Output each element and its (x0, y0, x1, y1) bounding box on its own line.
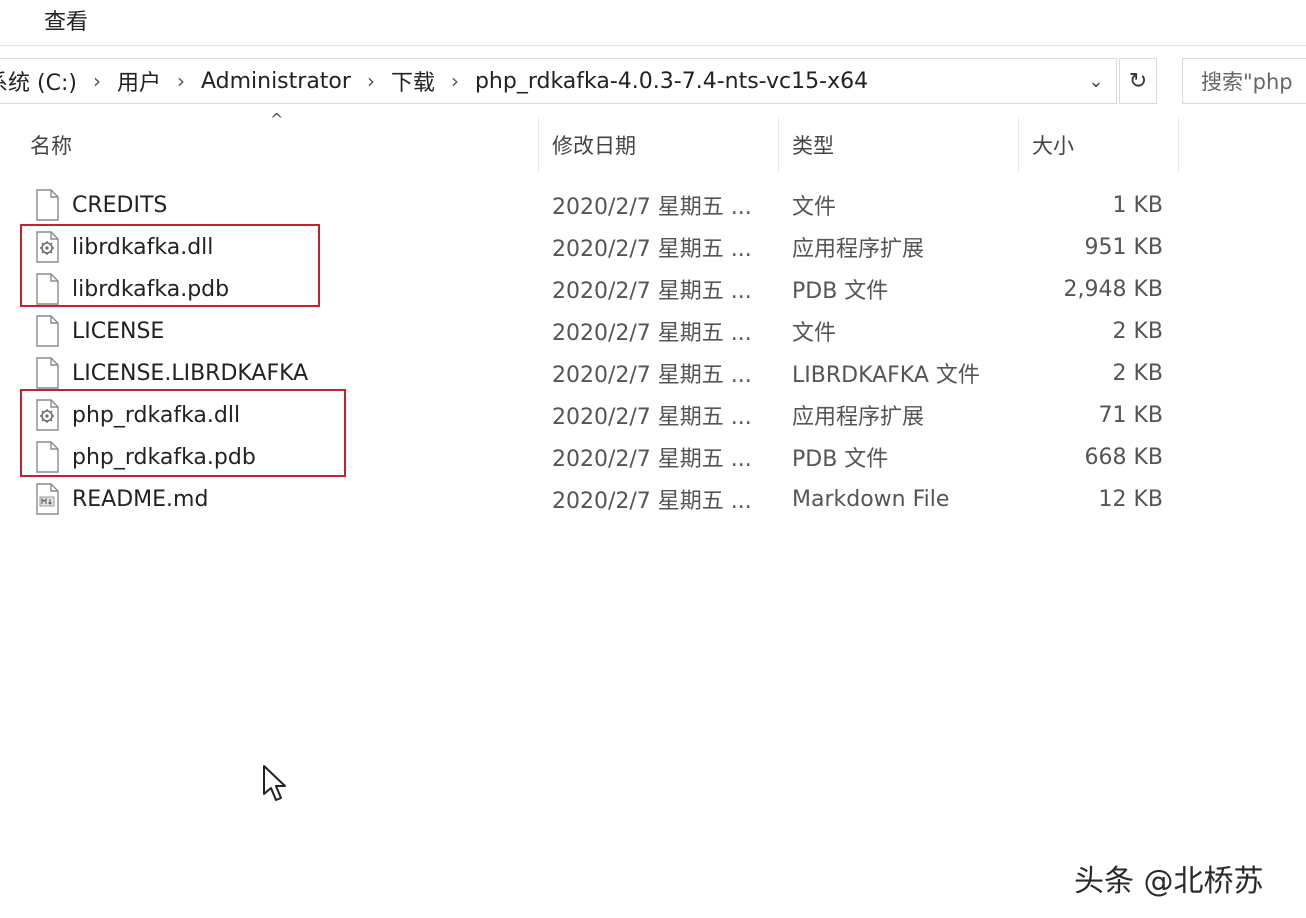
file-modified-date: 2020/2/7 星期五 ... (552, 279, 752, 304)
file-modified-date: 2020/2/7 星期五 ... (552, 321, 752, 346)
breadcrumb-separator-icon[interactable]: › (351, 69, 391, 93)
file-name: LICENSE (72, 318, 165, 344)
file-size: 2 KB (1112, 360, 1163, 386)
sort-ascending-icon: ^ (270, 110, 284, 129)
breadcrumb-separator-icon[interactable]: › (435, 69, 475, 93)
breadcrumb-separator-icon[interactable]: › (161, 69, 201, 93)
file-size: 2 KB (1112, 318, 1163, 344)
column-header-size[interactable]: 大小 (1032, 118, 1074, 172)
file-type: Markdown File (792, 486, 950, 512)
file-modified-date: 2020/2/7 星期五 ... (552, 237, 752, 262)
breadcrumb-administrator[interactable]: Administrator (201, 69, 351, 94)
search-input[interactable]: 搜索"php (1182, 58, 1306, 104)
file-row-4[interactable]: LICENSE.LIBRDKAFKA 2020/2/7 星期五 ... LIBR… (0, 352, 1306, 394)
file-name: CREDITS (72, 192, 168, 218)
file-type: LIBRDKAFKA 文件 (792, 363, 980, 388)
file-size: 12 KB (1098, 486, 1163, 512)
file-name: LICENSE.LIBRDKAFKA (72, 360, 309, 386)
breadcrumb-downloads[interactable]: 下载 (391, 65, 435, 97)
file-icon (36, 189, 59, 221)
markdown-file-icon (36, 483, 59, 515)
mouse-pointer-icon (263, 765, 286, 801)
column-divider[interactable] (1018, 118, 1019, 172)
column-divider[interactable] (538, 118, 539, 172)
column-header-date[interactable]: 修改日期 (552, 118, 636, 172)
file-type: PDB 文件 (792, 447, 889, 472)
file-size: 951 KB (1084, 234, 1163, 260)
file-row-0[interactable]: CREDITS 2020/2/7 星期五 ... 文件 1 KB (0, 184, 1306, 226)
highlight-box-librdkafka (20, 224, 320, 307)
file-type: 应用程序扩展 (792, 405, 925, 430)
file-explorer-window: 查看 系统 (C:) › 用户 › Administrator › 下载 › p… (0, 0, 1306, 918)
file-row-3[interactable]: LICENSE 2020/2/7 星期五 ... 文件 2 KB (0, 310, 1306, 352)
address-history-dropdown-icon[interactable]: ⌄ (1076, 59, 1116, 103)
file-modified-date: 2020/2/7 星期五 ... (552, 195, 752, 220)
file-size: 71 KB (1098, 402, 1163, 428)
file-type: PDB 文件 (792, 279, 889, 304)
address-bar[interactable]: 系统 (C:) › 用户 › Administrator › 下载 › php_… (0, 58, 1117, 104)
breadcrumb-separator-icon[interactable]: › (77, 69, 117, 93)
file-row-7[interactable]: README.md 2020/2/7 星期五 ... Markdown File… (0, 478, 1306, 520)
file-icon (36, 357, 59, 389)
file-icon (36, 315, 59, 347)
breadcrumb-users[interactable]: 用户 (117, 65, 161, 97)
column-divider[interactable] (778, 118, 779, 172)
ribbon-tab-view[interactable]: 查看 (44, 4, 88, 36)
breadcrumb-current-folder[interactable]: php_rdkafka-4.0.3-7.4-nts-vc15-x64 (475, 69, 868, 94)
refresh-icon[interactable]: ↻ (1119, 58, 1157, 104)
breadcrumb-drive[interactable]: 系统 (C:) (0, 65, 77, 97)
file-modified-date: 2020/2/7 星期五 ... (552, 447, 752, 472)
ribbon: 查看 (0, 0, 1306, 46)
file-type: 文件 (792, 321, 837, 346)
file-name: README.md (72, 486, 209, 512)
column-divider[interactable] (1178, 118, 1179, 172)
highlight-box-php-rdkafka (20, 389, 346, 477)
column-header-type[interactable]: 类型 (792, 118, 834, 172)
file-type: 文件 (792, 195, 837, 220)
file-modified-date: 2020/2/7 星期五 ... (552, 405, 752, 430)
file-size: 2,948 KB (1063, 276, 1164, 302)
file-modified-date: 2020/2/7 星期五 ... (552, 489, 752, 514)
column-header-name[interactable]: 名称 (30, 118, 72, 172)
file-type: 应用程序扩展 (792, 237, 925, 262)
file-modified-date: 2020/2/7 星期五 ... (552, 363, 752, 388)
file-size: 668 KB (1084, 444, 1163, 470)
file-size: 1 KB (1112, 192, 1163, 218)
watermark: 头条 @北桥苏 (1074, 864, 1264, 899)
